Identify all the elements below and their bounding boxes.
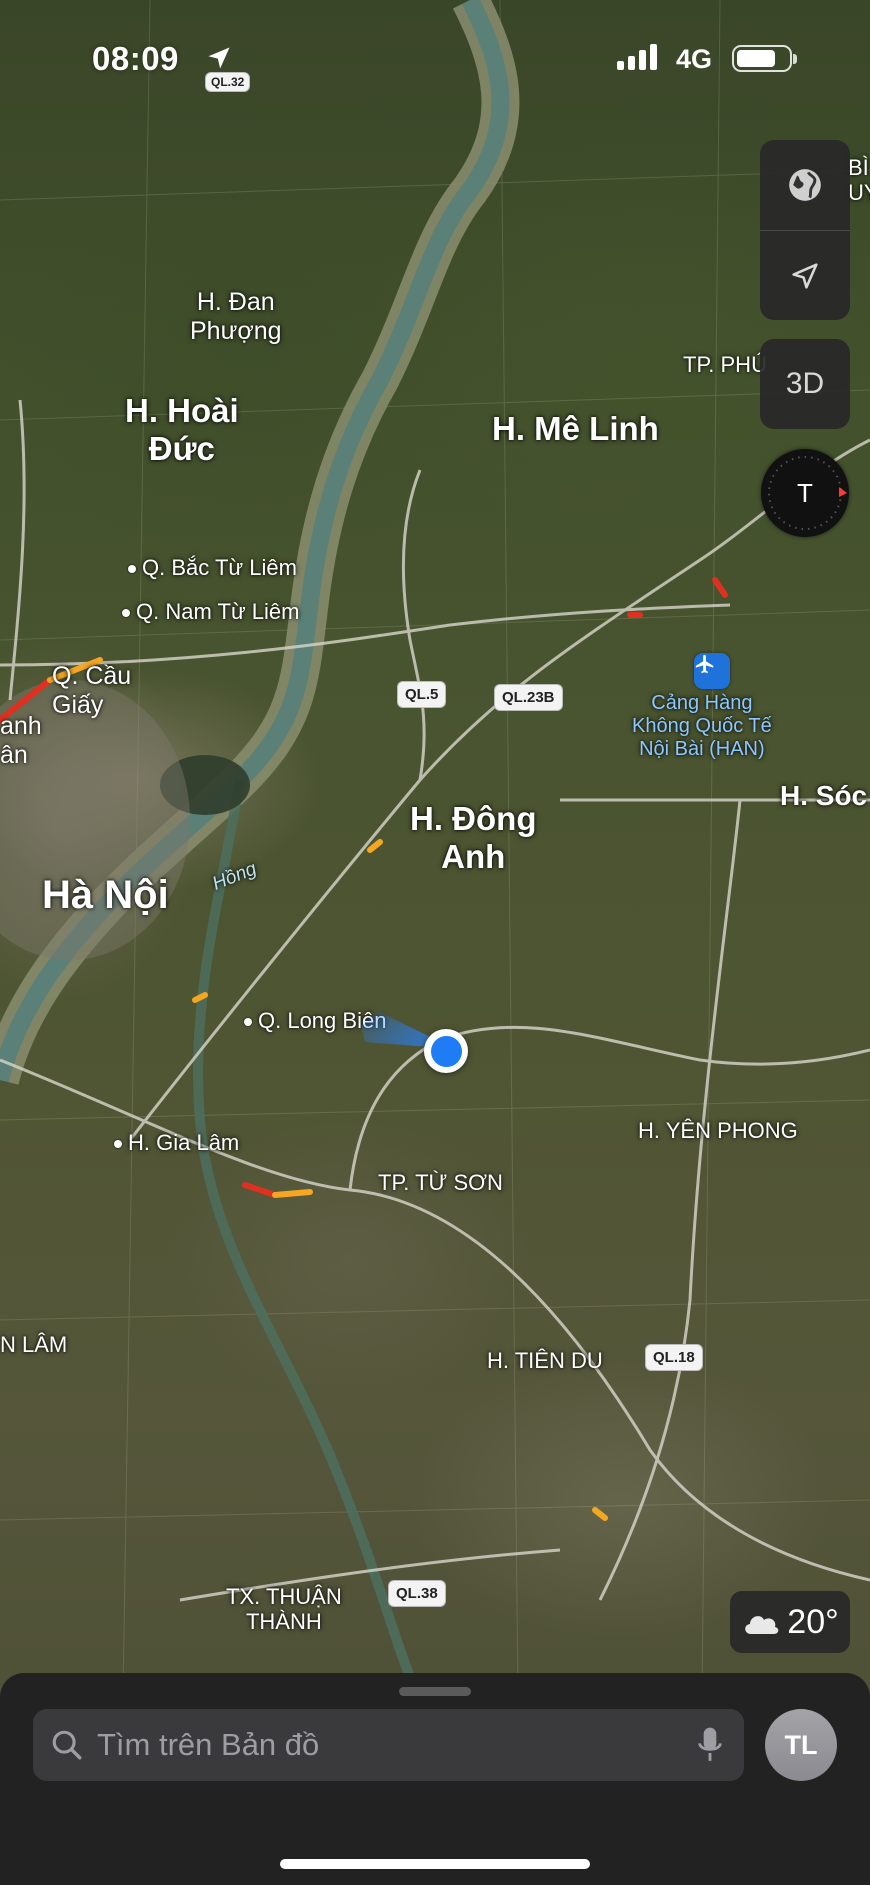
- globe-icon: [789, 169, 821, 201]
- sheet-grabber[interactable]: [399, 1687, 471, 1696]
- label-edge-top-right: BÌ UY: [848, 155, 870, 206]
- duong-river: [193, 779, 425, 1703]
- cellular-signal-icon: [617, 44, 657, 70]
- map-mode-button[interactable]: [760, 140, 850, 230]
- compass-direction-label: T: [797, 477, 813, 508]
- shield-ql23b[interactable]: QL.23B: [494, 684, 563, 711]
- 3d-view-button[interactable]: 3D: [760, 339, 850, 429]
- shield-ql38[interactable]: QL.38: [388, 1580, 446, 1607]
- label-hoai-duc[interactable]: H. Hoài Đức: [125, 392, 239, 468]
- battery-icon: [732, 45, 797, 72]
- label-yen-phong[interactable]: H. YÊN PHONG: [638, 1118, 798, 1143]
- search-input[interactable]: Tìm trên Bản đồ: [97, 1727, 690, 1763]
- airport-icon[interactable]: [694, 653, 730, 689]
- map-controls: [760, 140, 850, 320]
- network-type: 4G: [676, 44, 713, 74]
- label-tu-son[interactable]: TP. TỪ SƠN: [378, 1170, 503, 1195]
- search-bar[interactable]: Tìm trên Bản đồ: [33, 1709, 744, 1781]
- label-tp-phuc[interactable]: TP. PHÚ: [683, 352, 767, 377]
- weather-temperature: 20°: [787, 1602, 839, 1641]
- label-bac-tu-liem[interactable]: Q. Bắc Từ Liêm: [128, 555, 297, 580]
- search-icon: [47, 1725, 87, 1765]
- weather-badge[interactable]: 20°: [730, 1591, 850, 1653]
- compass-button[interactable]: T: [761, 449, 849, 537]
- label-ha-noi[interactable]: Hà Nội: [42, 872, 169, 918]
- locate-me-button[interactable]: [760, 230, 850, 320]
- label-thanh-xuan-partial: anh ân: [0, 712, 42, 769]
- label-thuan-thanh[interactable]: TX. THUẬN THÀNH: [226, 1584, 342, 1635]
- label-nam-tu-liem[interactable]: Q. Nam Từ Liêm: [122, 599, 299, 624]
- bottom-sheet[interactable]: Tìm trên Bản đồ TL: [0, 1673, 870, 1885]
- shield-ql18[interactable]: QL.18: [645, 1344, 703, 1371]
- shield-ql5[interactable]: QL.5: [397, 681, 447, 708]
- profile-avatar[interactable]: TL: [765, 1709, 837, 1781]
- user-location-dot[interactable]: [424, 1029, 468, 1073]
- label-tien-du[interactable]: H. TIÊN DU: [487, 1348, 603, 1373]
- location-arrow-icon: [792, 262, 818, 289]
- label-me-linh[interactable]: H. Mê Linh: [492, 410, 659, 448]
- home-indicator[interactable]: [280, 1859, 590, 1869]
- label-dong-anh[interactable]: H. Đông Anh: [410, 800, 536, 876]
- label-cau-giay[interactable]: Q. Cầu Giấy: [52, 662, 131, 720]
- label-soc-son[interactable]: H. Sóc: [780, 780, 867, 812]
- label-dan-phuong[interactable]: H. Đan Phượng: [190, 288, 282, 346]
- status-bar: 08:09 4G: [0, 0, 870, 120]
- cloud-icon: [745, 1616, 779, 1634]
- microphone-icon[interactable]: [690, 1725, 730, 1765]
- status-time: 08:09: [92, 40, 179, 77]
- label-lam-partial: N LÂM: [0, 1332, 68, 1357]
- label-noi-bai-airport[interactable]: Cảng Hàng Không Quốc Tế Nội Bài (HAN): [632, 692, 772, 761]
- location-services-icon: [208, 47, 230, 69]
- label-gia-lam[interactable]: H. Gia Lâm: [114, 1130, 239, 1155]
